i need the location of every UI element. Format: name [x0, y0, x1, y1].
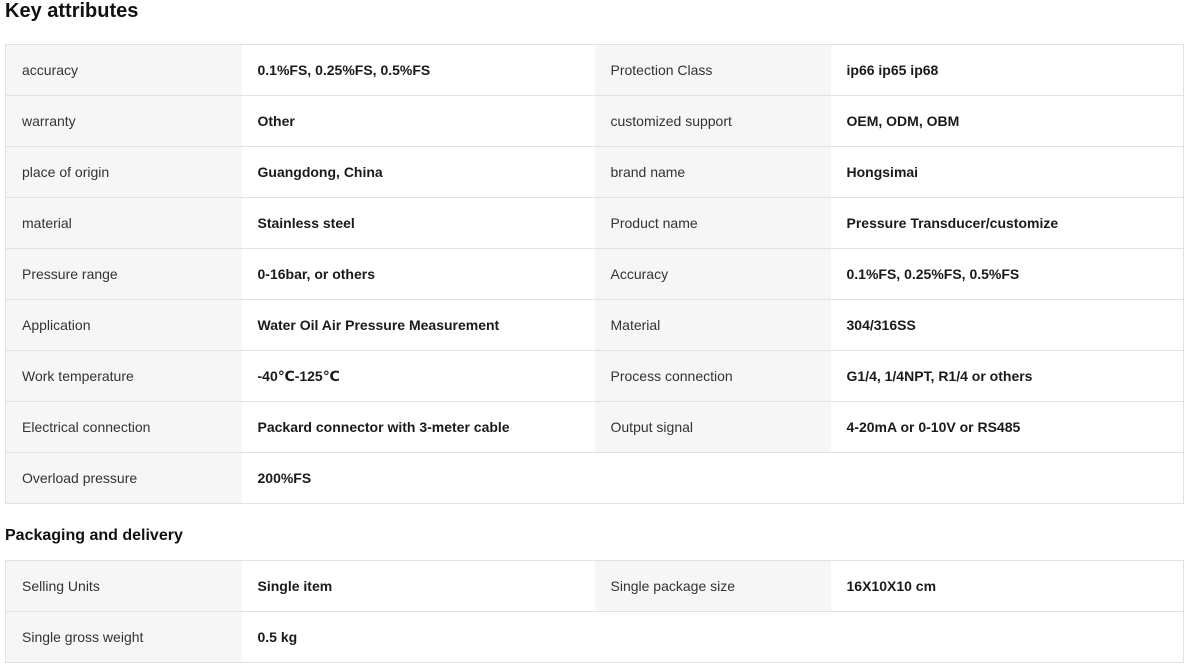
empty-cell — [830, 452, 1184, 504]
empty-cell — [830, 611, 1184, 663]
attribute-label: Process connection — [594, 350, 831, 402]
attribute-row: material Stainless steel Product name Pr… — [5, 197, 1184, 249]
attribute-label: accuracy — [5, 44, 242, 96]
attribute-label: Single gross weight — [5, 611, 242, 663]
attribute-value: Water Oil Air Pressure Measurement — [241, 299, 595, 351]
attribute-value: Hongsimai — [830, 146, 1184, 198]
attribute-label: customized support — [594, 95, 831, 147]
attribute-value: G1/4, 1/4NPT, R1/4 or others — [830, 350, 1184, 402]
packaging-delivery-title: Packaging and delivery — [5, 527, 183, 544]
attribute-row: Pressure range 0-16bar, or others Accura… — [5, 248, 1184, 300]
attribute-value: Other — [241, 95, 595, 147]
key-attributes-title: Key attributes — [5, 0, 139, 22]
attribute-label: brand name — [594, 146, 831, 198]
attribute-label: Product name — [594, 197, 831, 249]
attribute-value: 16X10X10 cm — [830, 560, 1184, 612]
attribute-value: OEM, ODM, OBM — [830, 95, 1184, 147]
attribute-label: Single package size — [594, 560, 831, 612]
attribute-label: Work temperature — [5, 350, 242, 402]
attribute-label: Application — [5, 299, 242, 351]
attribute-value: 304/316SS — [830, 299, 1184, 351]
attribute-row: accuracy 0.1%FS, 0.25%FS, 0.5%FS Protect… — [5, 44, 1184, 96]
attribute-label: Selling Units — [5, 560, 242, 612]
attribute-value: Single item — [241, 560, 595, 612]
key-attributes-table: accuracy 0.1%FS, 0.25%FS, 0.5%FS Protect… — [5, 44, 1184, 504]
attribute-value: Stainless steel — [241, 197, 595, 249]
attribute-value: 0.1%FS, 0.25%FS, 0.5%FS — [241, 44, 595, 96]
attribute-label: Output signal — [594, 401, 831, 453]
attribute-label: Electrical connection — [5, 401, 242, 453]
attribute-row: Electrical connection Packard connector … — [5, 401, 1184, 453]
attribute-label: Accuracy — [594, 248, 831, 300]
empty-cell — [594, 611, 831, 663]
attribute-value: 200%FS — [241, 452, 595, 504]
attribute-label: place of origin — [5, 146, 242, 198]
attribute-label: material — [5, 197, 242, 249]
attribute-value: -40℃-125℃ — [241, 350, 595, 402]
attribute-row: Single gross weight 0.5 kg — [5, 611, 1184, 663]
attribute-label: Protection Class — [594, 44, 831, 96]
attribute-row: Work temperature -40℃-125℃ Process conne… — [5, 350, 1184, 402]
empty-cell — [594, 452, 831, 504]
attribute-label: warranty — [5, 95, 242, 147]
attribute-value: Pressure Transducer/customize — [830, 197, 1184, 249]
attribute-label: Overload pressure — [5, 452, 242, 504]
attribute-label: Pressure range — [5, 248, 242, 300]
attribute-row: Application Water Oil Air Pressure Measu… — [5, 299, 1184, 351]
attribute-row: Overload pressure 200%FS — [5, 452, 1184, 504]
attribute-value: 4-20mA or 0-10V or RS485 — [830, 401, 1184, 453]
attribute-value: Guangdong, China — [241, 146, 595, 198]
packaging-delivery-table: Selling Units Single item Single package… — [5, 560, 1184, 663]
attribute-value: 0-16bar, or others — [241, 248, 595, 300]
attribute-label: Material — [594, 299, 831, 351]
attribute-row: place of origin Guangdong, China brand n… — [5, 146, 1184, 198]
attribute-value: Packard connector with 3-meter cable — [241, 401, 595, 453]
attribute-row: warranty Other customized support OEM, O… — [5, 95, 1184, 147]
attribute-row: Selling Units Single item Single package… — [5, 560, 1184, 612]
attribute-value: ip66 ip65 ip68 — [830, 44, 1184, 96]
attribute-value: 0.1%FS, 0.25%FS, 0.5%FS — [830, 248, 1184, 300]
attribute-value: 0.5 kg — [241, 611, 595, 663]
